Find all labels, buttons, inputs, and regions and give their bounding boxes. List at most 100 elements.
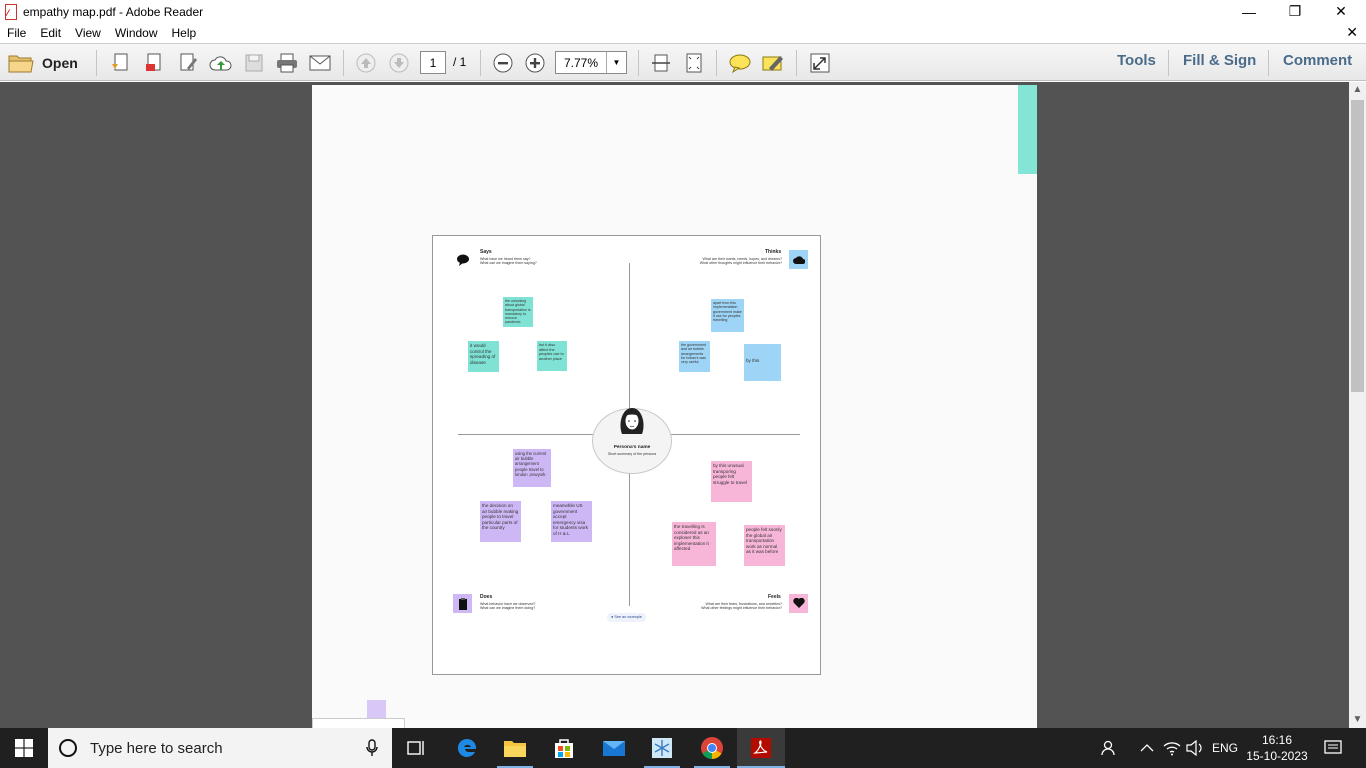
people-icon[interactable] [1101,728,1119,768]
chevron-up-icon[interactable] [1140,728,1154,768]
sticky-note-does-3[interactable]: meanwhile US government accept emergency… [551,501,592,542]
scroll-down-icon[interactable]: ▼ [1349,712,1366,728]
partial-card [312,718,405,728]
comment-link[interactable]: Comment [1283,52,1352,69]
scrollbar-thumb[interactable] [1351,100,1364,392]
chrome-icon [701,737,723,759]
scroll-up-icon[interactable]: ▲ [1349,82,1366,98]
export-pdf-icon [146,53,161,71]
email-button[interactable] [307,50,333,76]
edit-pdf-button[interactable] [175,50,201,76]
printer-icon [277,53,297,73]
mail-icon [603,741,625,756]
menu-file[interactable]: File [0,26,33,40]
sticky-note-thinks-2[interactable]: the government and air bubble arrangemen… [679,341,710,372]
menu-edit[interactable]: Edit [33,26,68,40]
see-example-button[interactable]: ● See an example [607,613,646,622]
envelope-icon [309,55,331,71]
fit-width-button[interactable] [648,50,674,76]
see-example-label: See an example [614,615,642,619]
sticky-note-does-1[interactable]: using the current air bubble arrangement… [513,449,551,487]
upload-button[interactable] [208,50,234,76]
sticky-note-thinks-3[interactable]: by this [744,344,781,381]
chrome-button[interactable] [688,728,736,768]
previous-page-button[interactable] [353,50,379,76]
open-label: Open [42,55,78,71]
task-view-button[interactable] [392,728,440,768]
taskbar-search[interactable]: Type here to search [48,728,392,768]
store-bag-icon [555,739,573,758]
does-title: Does [480,594,493,600]
print-button[interactable] [274,50,300,76]
cloud-upload-icon [209,56,232,71]
sticky-note-says-2[interactable]: it would control the spreading of diseas… [468,341,499,372]
snow-app-button[interactable] [638,728,686,768]
volume-icon[interactable] [1186,728,1204,768]
minus-circle-icon [493,53,513,73]
fit-page-button[interactable] [681,50,707,76]
menu-help[interactable]: Help [165,26,204,40]
does-subtitle: What behavior have we observed? What can… [480,602,536,611]
page-number-value: 1 [429,55,437,70]
restore-button[interactable]: ❐ [1272,0,1318,23]
sticky-note-says-1[interactable]: the unlocking about global transportatio… [503,297,533,327]
toolbar: Open 1 / 1 7.77% ▼ Tools Fill & Sign Com… [0,43,1366,81]
search-icon [59,739,77,757]
zoom-value: 7.77% [564,55,599,70]
next-page-button[interactable] [386,50,412,76]
sticky-note-button[interactable] [727,50,753,76]
chevron-down-icon[interactable]: ▼ [606,52,626,73]
highlight-button[interactable] [760,50,786,76]
fit-width-icon [652,54,670,72]
menu-window[interactable]: Window [108,26,165,40]
search-placeholder: Type here to search [90,739,223,757]
adobe-reader-button[interactable] [737,728,785,768]
adobe-reader-icon [751,738,771,758]
persona-name: Persona's name [613,445,651,450]
zoom-in-button[interactable] [522,50,548,76]
eye-icon: ● [611,615,614,619]
edit-pdf-icon [180,53,197,71]
document-workspace[interactable]: Says What have we heard them say? What c… [0,82,1349,728]
sticky-note-thinks-1[interactable]: apart from this implementation governmen… [711,299,744,332]
folder-icon [8,55,34,73]
close-button[interactable]: ✕ [1318,0,1364,23]
says-title: Says [480,249,492,255]
page-number-input[interactable]: 1 [420,51,446,74]
save-icon [245,54,263,72]
start-button[interactable] [0,728,48,768]
language-indicator[interactable]: ENG [1212,728,1238,768]
save-button[interactable] [241,50,267,76]
notifications-icon[interactable] [1324,728,1342,768]
full-screen-button[interactable] [807,50,833,76]
menu-view[interactable]: View [68,26,108,40]
wifi-icon[interactable] [1163,728,1181,768]
title-bar: ⁄ empathy map.pdf - Adobe Reader — ❐ ✕ [0,0,1366,23]
persona-summary: Short summary of the persona [607,452,657,456]
edge-button[interactable] [443,728,491,768]
expand-icon [810,53,830,73]
sticky-note-feels-3[interactable]: people felt soonly the global air transp… [744,525,785,566]
plus-circle-icon [525,53,545,73]
close-document-button[interactable]: ✕ [1346,24,1358,41]
clock[interactable]: 16:16 15-10-2023 [1246,728,1308,768]
create-pdf-button[interactable] [108,50,134,76]
sticky-note-does-2[interactable]: the decision on air bubble making people… [480,501,521,542]
microphone-icon[interactable] [366,739,378,757]
says-speech-icon [453,250,472,269]
sticky-note-says-3[interactable]: but it also affect the peoples use to an… [537,341,567,371]
thinks-cloud-icon [789,250,808,269]
store-button[interactable] [540,728,588,768]
minimize-button[interactable]: — [1226,0,1272,23]
fill-sign-link[interactable]: Fill & Sign [1183,52,1256,69]
sticky-note-feels-2[interactable]: the travelling is considered as an explo… [672,522,716,566]
tools-link[interactable]: Tools [1117,52,1156,69]
zoom-out-button[interactable] [490,50,516,76]
mail-button[interactable] [590,728,638,768]
open-button[interactable]: Open [8,50,88,76]
sticky-note-feels-1[interactable]: by this unusual transporing people felt … [711,461,752,502]
vertical-scrollbar[interactable]: ▲ ▼ [1349,82,1366,728]
export-pdf-button[interactable] [141,50,167,76]
file-explorer-button[interactable] [491,728,539,768]
zoom-select[interactable]: 7.77% ▼ [555,51,627,74]
